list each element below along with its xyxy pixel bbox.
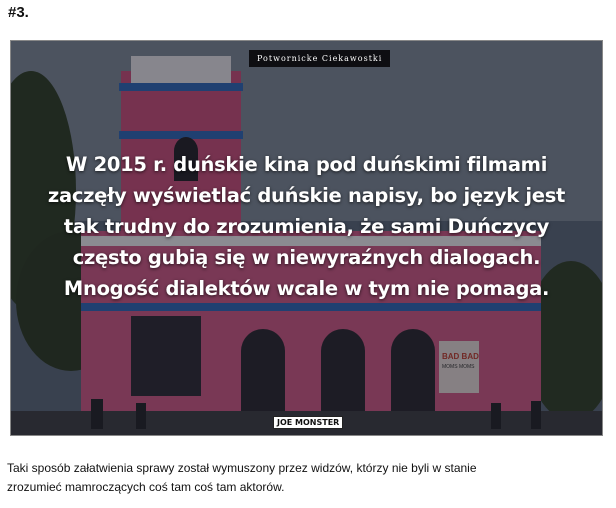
- caption-line: Mnogość dialektów wcale w tym nie pomaga…: [63, 277, 550, 300]
- brand-label: Potwornicke Ciekawostki: [249, 50, 391, 67]
- post-description: Taki sposób załatwienia sprawy został wy…: [7, 459, 607, 497]
- caption-line: W 2015 r. duńskie kina pod duńskimi film…: [65, 153, 548, 176]
- caption-line: tak trudny do zrozumienia, że sami Duńcz…: [63, 215, 550, 238]
- joe-monster-watermark: JOE MONSTER: [273, 416, 344, 429]
- description-line: zrozumieć mamroczących coś tam coś tam a…: [7, 480, 285, 494]
- description-line: Taki sposób załatwienia sprawy został wy…: [7, 461, 477, 475]
- caption-line: zaczęły wyświetlać duńskie napisy, bo ję…: [47, 184, 566, 207]
- image-caption: W 2015 r. duńskie kina pod duńskimi film…: [39, 149, 574, 304]
- caption-line: często gubią się w niewyraźnych dialogac…: [72, 246, 541, 269]
- post-number-heading: #3.: [8, 4, 29, 21]
- cinema-photo: BAD BAD MOMS MOMS Potwornicke Ciekawostk…: [10, 40, 603, 436]
